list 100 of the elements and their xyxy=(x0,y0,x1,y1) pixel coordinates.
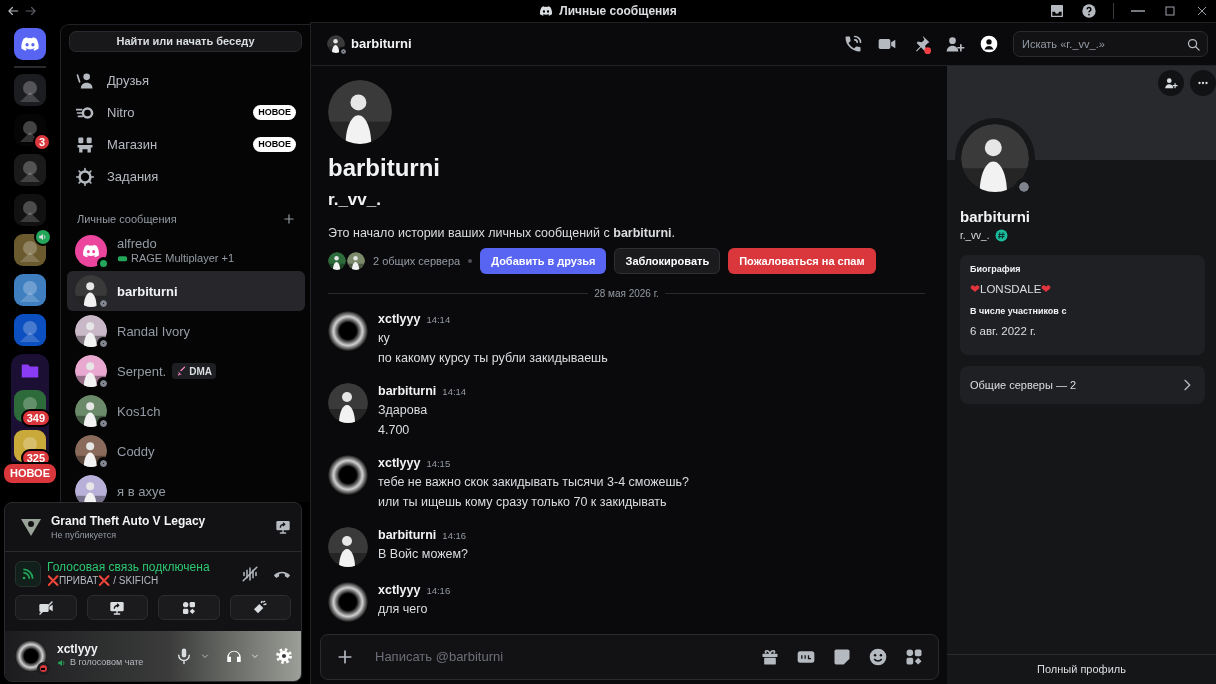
arrow-left-icon xyxy=(6,4,20,18)
help-button[interactable] xyxy=(1081,3,1097,19)
settings-button[interactable] xyxy=(275,647,293,665)
search-icon xyxy=(1186,36,1201,52)
voice-status: Голосовая связь подключена xyxy=(47,560,211,574)
server-icon[interactable] xyxy=(14,234,46,266)
message-time: 14:14 xyxy=(426,313,451,327)
camera-button[interactable] xyxy=(15,595,77,620)
dm-item[interactable]: Kos1ch xyxy=(67,391,305,431)
message-author: xctlyyy xyxy=(378,311,421,327)
maximize-icon xyxy=(1162,3,1178,19)
voice-call-button[interactable] xyxy=(843,34,863,54)
apps-icon xyxy=(180,599,197,616)
gift-button[interactable] xyxy=(760,647,780,667)
screen-share-icon xyxy=(275,519,291,535)
plus-icon xyxy=(282,211,296,226)
tag-label: DMA xyxy=(189,364,212,379)
camera-off-icon xyxy=(37,599,54,616)
noise-suppression-button[interactable] xyxy=(241,564,259,583)
avatar xyxy=(328,383,368,423)
noise-suppression-icon xyxy=(241,564,259,583)
avatar xyxy=(328,527,368,567)
server-icon[interactable] xyxy=(14,114,46,146)
apps-button[interactable] xyxy=(904,647,924,667)
gear-icon xyxy=(275,647,293,665)
more-button[interactable] xyxy=(1190,70,1216,96)
composer-bar[interactable]: Написать @barbiturni xyxy=(320,634,939,680)
avatar xyxy=(347,252,365,270)
dm-item[interactable]: Coddy xyxy=(67,431,305,471)
avatar xyxy=(15,640,47,672)
microphone-button[interactable] xyxy=(175,647,193,665)
maximize-button[interactable] xyxy=(1162,3,1178,19)
user-status: В голосовом чате xyxy=(70,656,144,670)
message-text: ку xyxy=(378,330,391,347)
minimize-button[interactable] xyxy=(1130,10,1146,12)
nav-item[interactable]: Nitro НОВОЕ xyxy=(67,96,304,129)
screen-share-button[interactable] xyxy=(86,595,148,620)
intro-text: Это начало истории ваших личных сообщений с barbiturni. xyxy=(328,225,677,242)
add-person-icon xyxy=(1164,76,1178,90)
server-icon[interactable] xyxy=(14,274,46,306)
mutual-servers: 2 общих сервера xyxy=(373,253,461,269)
nav-item[interactable]: Друзья xyxy=(67,64,304,97)
home-button[interactable] xyxy=(14,28,46,60)
discord-logo-icon xyxy=(539,4,554,18)
emoji-button[interactable] xyxy=(868,647,888,667)
soundboard-button[interactable] xyxy=(229,595,291,620)
add-friend-button[interactable]: Добавить в друзья xyxy=(480,248,607,274)
stream-game-button[interactable] xyxy=(275,519,291,535)
gift-icon xyxy=(760,647,780,667)
mic-icon xyxy=(175,647,193,665)
activity-text: RAGE Multiplayer +1 xyxy=(131,251,234,266)
emoji-icon xyxy=(868,647,888,667)
activities-button[interactable] xyxy=(158,595,220,620)
report-spam-button[interactable]: Пожаловаться на спам xyxy=(728,248,876,274)
full-profile-link[interactable]: Полный профиль xyxy=(1037,661,1126,678)
controller-icon xyxy=(117,253,128,264)
user-profile-button[interactable] xyxy=(979,34,999,54)
apps-icon xyxy=(904,647,924,667)
search-bar[interactable]: Искать «r._vv_.» xyxy=(1013,31,1208,57)
voice-channel: ❌ПРИВАТ❌ / SKIFICH xyxy=(47,574,160,587)
nav-item[interactable]: Магазин НОВОЕ xyxy=(67,128,304,161)
search-button[interactable]: Найти или начать беседу xyxy=(69,31,302,52)
screen-share-icon xyxy=(109,599,126,616)
dm-item[interactable]: barbiturni xyxy=(67,271,305,311)
mutual-servers-button[interactable]: Общие серверы — 2 xyxy=(960,366,1205,404)
inbox-button[interactable] xyxy=(1049,3,1065,19)
username: r._vv_. xyxy=(960,229,990,243)
inbox-icon xyxy=(1049,3,1065,19)
dm-item[interactable]: Serpent. DMA xyxy=(67,351,305,391)
new-badge: НОВОЕ xyxy=(1,462,59,485)
add-person-icon xyxy=(945,34,965,54)
username: r._vv_. xyxy=(328,190,382,210)
avatar xyxy=(328,80,392,144)
message-text: для чего xyxy=(378,601,429,618)
add-friend-button[interactable] xyxy=(1158,70,1184,96)
message-text: по какому курсу ты рубли закидываешь xyxy=(378,350,608,367)
avatar xyxy=(328,252,346,270)
sticker-button[interactable] xyxy=(832,647,852,667)
message-author: xctlyyy xyxy=(378,455,421,471)
section-value: 6 авг. 2022 г. xyxy=(970,324,1038,339)
new-dm-button[interactable] xyxy=(282,211,296,226)
profile-name: barbiturni xyxy=(328,154,441,182)
unread-badge: 349 xyxy=(20,409,51,427)
search-field[interactable]: Искать «r._vv_.» xyxy=(1022,35,1186,53)
message-time: 14:16 xyxy=(426,584,451,598)
back-button[interactable] xyxy=(6,4,20,18)
new-badge: НОВОЕ xyxy=(253,136,296,153)
avatar xyxy=(328,582,368,622)
window-title: Личные сообщения xyxy=(559,3,677,20)
hashtag-icon xyxy=(995,229,1009,242)
add-member-button[interactable] xyxy=(945,34,965,54)
chat-title: barbiturni xyxy=(351,35,412,54)
block-button[interactable]: Заблокировать xyxy=(614,248,721,274)
avatar xyxy=(327,35,345,53)
new-badge: НОВОЕ xyxy=(253,104,296,121)
quests-icon xyxy=(75,166,95,187)
nav-item[interactable]: Задания xyxy=(67,160,304,193)
avatar xyxy=(328,455,368,495)
dm-item[interactable]: Randal Ivory xyxy=(67,311,305,351)
message-field[interactable]: Написать @barbiturni xyxy=(373,646,744,668)
